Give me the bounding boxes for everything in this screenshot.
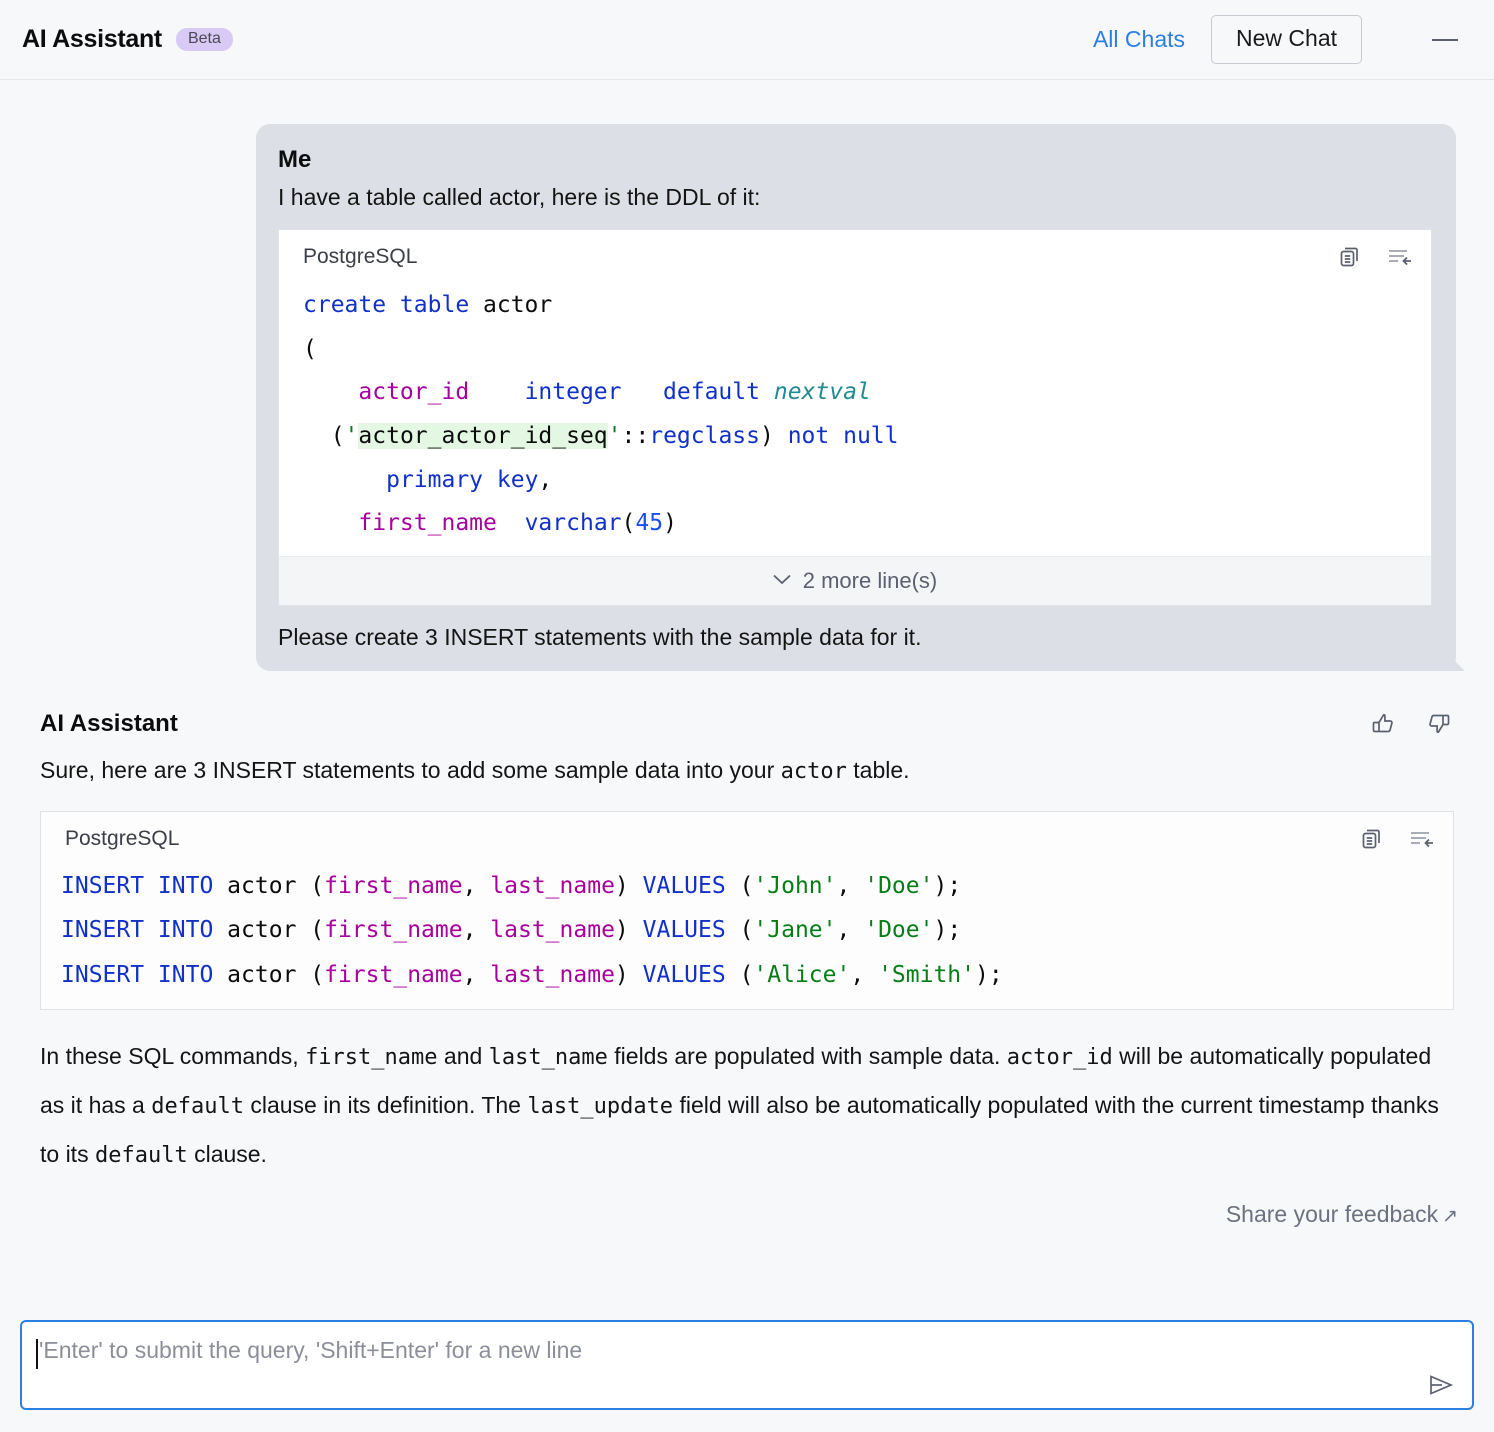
user-code-block: PostgreSQL create table actor (actor_id… bbox=[278, 229, 1432, 607]
share-feedback-row: Share your feedback ↗ bbox=[0, 1179, 1494, 1228]
inline-code-actor: actor bbox=[780, 759, 847, 785]
chevron-down-icon bbox=[773, 565, 791, 591]
inline-code-default-2: default bbox=[94, 1143, 188, 1169]
external-link-icon: ↗ bbox=[1442, 1206, 1458, 1228]
all-chats-link[interactable]: All Chats bbox=[1093, 26, 1185, 53]
chat-scroll-area[interactable]: Me I have a table called actor, here is … bbox=[0, 80, 1494, 1298]
kebab-menu-icon[interactable] bbox=[1384, 23, 1410, 57]
expl-s7: clause. bbox=[187, 1141, 267, 1168]
assistant-intro-text: Sure, here are 3 INSERT statements to ad… bbox=[40, 753, 1454, 789]
inline-code-default-1: default bbox=[151, 1093, 244, 1119]
minimize-line bbox=[1432, 38, 1458, 41]
assistant-code-block: PostgreSQL INSERT INTO actor (first_name… bbox=[40, 811, 1454, 1010]
assistant-code-content: INSERT INTO actor (first_name, last_name… bbox=[61, 873, 1003, 988]
assistant-sender-name: AI Assistant bbox=[40, 710, 178, 738]
inline-code-last-update: last_update bbox=[527, 1093, 674, 1119]
code-block-header: PostgreSQL bbox=[41, 812, 1453, 860]
send-icon[interactable] bbox=[1426, 1372, 1456, 1398]
user-message-text: I have a table called actor, here is the… bbox=[278, 184, 761, 210]
expl-s5: clause in its definition. The bbox=[243, 1091, 528, 1118]
share-feedback-link[interactable]: Share your feedback ↗ bbox=[1226, 1201, 1458, 1227]
code-language-label: PostgreSQL bbox=[65, 827, 180, 851]
expl-s1: In these SQL commands, bbox=[40, 1042, 306, 1069]
user-sender-name: Me bbox=[278, 146, 312, 173]
expl-s3: fields are populated with sample data. bbox=[607, 1042, 1007, 1069]
page-title: AI Assistant bbox=[22, 25, 162, 53]
inline-code-last-name: last_name bbox=[488, 1044, 608, 1070]
insert-into-editor-icon[interactable] bbox=[1407, 826, 1435, 852]
user-message-bubble: Me I have a table called actor, here is … bbox=[256, 124, 1456, 672]
copy-icon[interactable] bbox=[1359, 826, 1385, 852]
app-header: AI Assistant Beta All Chats New Chat bbox=[0, 0, 1494, 80]
beta-badge: Beta bbox=[175, 28, 233, 51]
user-message-kebab-menu-icon[interactable] bbox=[1420, 146, 1432, 154]
text-caret bbox=[36, 1339, 38, 1369]
query-input-container[interactable]: 'Enter' to submit the query, 'Shift+Ente… bbox=[20, 1320, 1474, 1410]
minimize-icon[interactable] bbox=[1432, 23, 1458, 57]
insert-into-editor-icon[interactable] bbox=[1385, 244, 1413, 270]
expand-more-lines-button[interactable]: 2 more line(s) bbox=[279, 556, 1431, 606]
more-lines-label: 2 more line(s) bbox=[802, 568, 938, 594]
user-code-content: create table actor ( actor_id integer de… bbox=[303, 292, 899, 537]
query-input-placeholder[interactable]: 'Enter' to submit the query, 'Shift+Ente… bbox=[39, 1336, 1426, 1364]
assistant-intro-part2: table. bbox=[846, 757, 910, 784]
user-message-header: Me bbox=[278, 146, 1432, 174]
expl-s2: and bbox=[437, 1042, 489, 1069]
code-block-header: PostgreSQL bbox=[279, 230, 1431, 278]
thumbs-up-icon[interactable] bbox=[1368, 709, 1398, 739]
assistant-explanation-text: In these SQL commands, first_name and la… bbox=[40, 1032, 1454, 1180]
assistant-message-header: AI Assistant bbox=[40, 709, 1454, 739]
code-language-label: PostgreSQL bbox=[303, 245, 418, 268]
assistant-message: AI Assistant Sure, here are 3 INSERT sta… bbox=[0, 671, 1494, 1179]
user-message-text-after: Please create 3 INSERT statements with t… bbox=[278, 624, 922, 651]
copy-icon[interactable] bbox=[1337, 244, 1363, 270]
thumbs-down-icon[interactable] bbox=[1424, 709, 1454, 739]
assistant-intro-part1: Sure, here are 3 INSERT statements to ad… bbox=[40, 757, 781, 784]
new-chat-button[interactable]: New Chat bbox=[1211, 15, 1362, 64]
inline-code-actor-id: actor_id bbox=[1006, 1044, 1113, 1070]
share-feedback-label: Share your feedback bbox=[1225, 1201, 1439, 1228]
inline-code-first-name: first_name bbox=[305, 1044, 438, 1070]
user-message-row: Me I have a table called actor, here is … bbox=[0, 80, 1494, 672]
